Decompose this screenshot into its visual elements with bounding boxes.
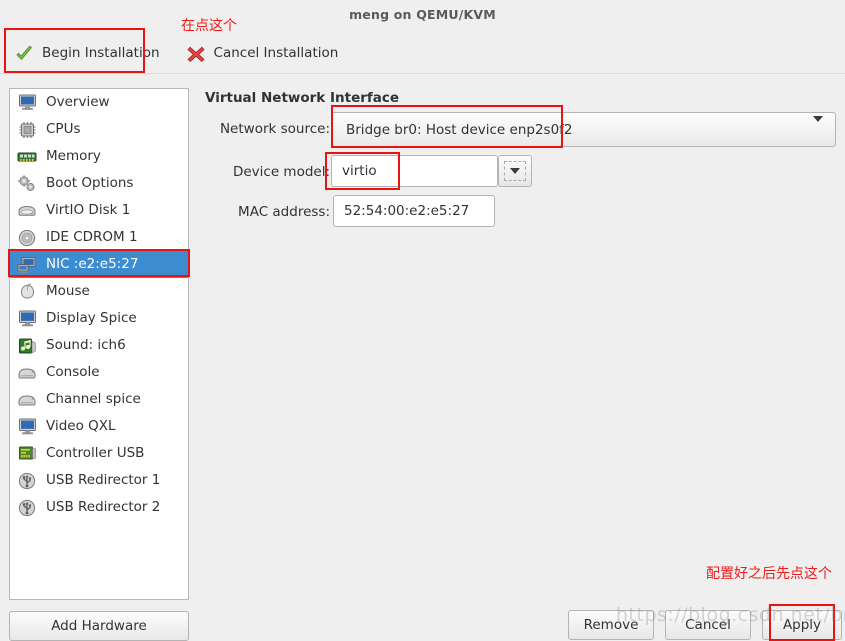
installation-toolbar: Begin Installation Cancel Installation [0,34,845,74]
window-title: meng on QEMU/KVM [349,6,496,22]
cdrom-icon [16,228,38,248]
sidebar-item-controller-usb[interactable]: Controller USB [10,440,188,467]
network-source-value: Bridge br0: Host device enp2s0f2 [346,121,573,138]
console-icon [16,363,38,383]
sidebar-item-virtio-disk-1[interactable]: VirtIO Disk 1 [10,197,188,224]
mac-address-label: MAC address: [238,204,330,220]
sidebar-item-usb-redirector-2[interactable]: USB Redirector 2 [10,494,188,521]
console-icon [16,390,38,410]
green-check-icon [14,44,34,64]
usb-icon [16,498,38,518]
sidebar-item-label: VirtIO Disk 1 [46,201,131,218]
sidebar-item-console[interactable]: Console [10,359,188,386]
cpu-chip-icon [16,120,38,140]
sidebar-item-label: Video QXL [46,417,116,434]
cancel-installation-button[interactable]: Cancel Installation [182,40,347,68]
chevron-down-icon [813,115,823,138]
sidebar-item-label: Mouse [46,282,90,299]
mouse-icon [16,282,38,302]
annotation-bottom-note: 配置好之后先点这个 [706,566,832,582]
sidebar-item-overview[interactable]: Overview [10,89,188,116]
gears-icon [16,174,38,194]
sidebar-item-label: NIC :e2:e5:27 [46,255,139,272]
device-model-dropdown-button[interactable] [498,155,532,187]
window-titlebar: meng on QEMU/KVM [0,0,845,28]
device-model-value: virtio [342,163,377,179]
annotation-top-note: 在点这个 [181,18,237,34]
add-hardware-button[interactable]: Add Hardware [9,611,189,641]
sidebar-item-cpus[interactable]: CPUs [10,116,188,143]
apply-button[interactable]: Apply [762,610,842,640]
sidebar-item-usb-redirector-1[interactable]: USB Redirector 1 [10,467,188,494]
red-x-icon [186,44,206,64]
network-source-combo[interactable]: Bridge br0: Host device enp2s0f2 [331,112,836,147]
cancel-button[interactable]: Cancel [665,610,751,640]
sidebar-item-label: Overview [46,93,110,110]
sound-icon [16,336,38,356]
display-icon [16,309,38,329]
sidebar-item-video-qxl[interactable]: Video QXL [10,413,188,440]
sidebar-item-mouse[interactable]: Mouse [10,278,188,305]
network-card-icon [16,255,38,275]
usb-icon [16,471,38,491]
sidebar-item-label: USB Redirector 1 [46,471,161,488]
remove-button[interactable]: Remove [568,610,654,640]
device-model-input[interactable]: virtio [331,155,498,187]
mac-address-value: 52:54:00:e2:e5:27 [344,203,470,219]
cancel-installation-label: Cancel Installation [213,44,339,61]
sidebar-item-label: CPUs [46,120,81,137]
sidebar-item-display-spice[interactable]: Display Spice [10,305,188,332]
monitor-icon [16,93,38,113]
begin-installation-label: Begin Installation [42,44,160,61]
chevron-down-icon [504,161,526,181]
sidebar-item-label: IDE CDROM 1 [46,228,138,245]
sidebar-item-label: Memory [46,147,101,164]
network-source-label: Network source: [219,121,330,137]
sidebar-item-label: Display Spice [46,309,137,326]
sidebar-item-memory[interactable]: Memory [10,143,188,170]
sidebar-item-boot-options[interactable]: Boot Options [10,170,188,197]
sidebar-item-label: Sound: ich6 [46,336,126,353]
sidebar-item-nic[interactable]: NIC :e2:e5:27 [10,251,188,278]
mac-address-input[interactable]: 52:54:00:e2:e5:27 [333,195,495,227]
begin-installation-button[interactable]: Begin Installation [10,40,168,68]
virt-manager-window: meng on QEMU/KVM Begin Installation Canc… [0,0,845,641]
sidebar-item-sound[interactable]: Sound: ich6 [10,332,188,359]
sidebar-item-label: Console [46,363,100,380]
harddisk-icon [16,201,38,221]
sidebar-item-channel-spice[interactable]: Channel spice [10,386,188,413]
hardware-list[interactable]: Overview CPUs Memory Boot Options VirtIO… [9,88,189,600]
sidebar-item-label: Boot Options [46,174,134,191]
page-title: Virtual Network Interface [205,90,400,106]
memory-stick-icon [16,147,38,167]
sidebar-item-ide-cdrom-1[interactable]: IDE CDROM 1 [10,224,188,251]
sidebar-item-label: USB Redirector 2 [46,498,161,515]
controller-card-icon [16,444,38,464]
sidebar-item-label: Controller USB [46,444,145,461]
display-icon [16,417,38,437]
device-model-label: Device model: [232,164,330,180]
sidebar-item-label: Channel spice [46,390,141,407]
